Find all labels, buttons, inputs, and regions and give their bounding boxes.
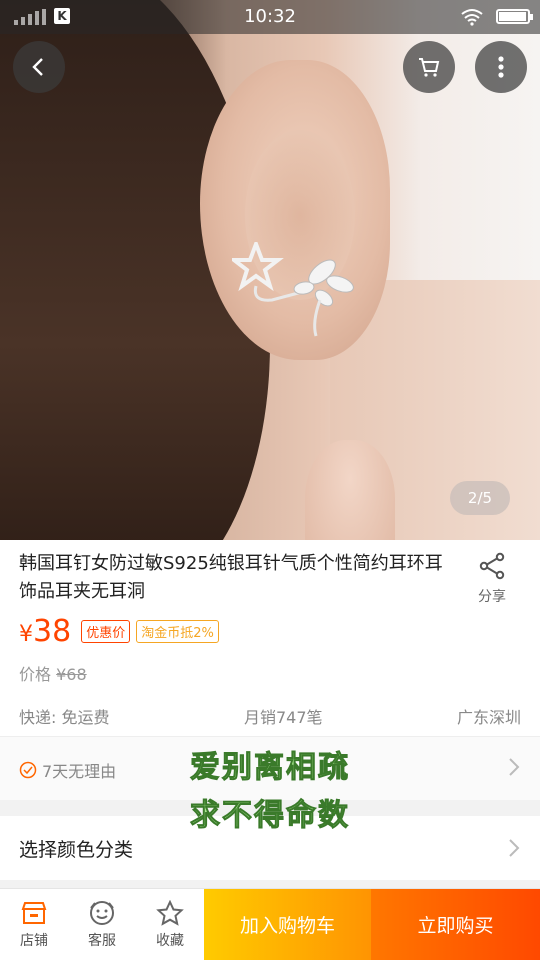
image-counter: 2/5 [450,481,510,515]
store-label: 店铺 [20,932,48,949]
original-price: 价格 ¥68 [19,665,87,684]
wifi-icon [461,9,483,26]
bottom-action-bar: 店铺 客服 收藏 加入购物车 立即购买 [0,888,540,960]
battery-level [499,12,526,21]
add-to-cart-button[interactable]: 加入购物车 [204,889,371,960]
share-icon [479,552,505,580]
favorite-tab[interactable]: 收藏 [136,889,204,960]
star-icon [156,899,184,926]
overlay-text-line1: 爱别离相疏 [190,750,350,786]
shipping-info: 快递: 免运费 [19,708,110,727]
ship-location: 广东深圳 [456,708,521,727]
customer-service-tab[interactable]: 客服 [68,889,136,960]
more-button[interactable] [475,41,527,93]
customer-service-icon [90,900,114,925]
favorite-label: 收藏 [156,932,184,949]
finger-shape [305,440,395,540]
product-info: 韩国耳钉女防过敏S925纯银耳针气质个性简约耳环耳饰品耳夹无耳洞 分享 ¥38 … [0,540,540,736]
battery-icon [496,9,533,24]
status-bar: K 10:32 [0,0,540,34]
share-button[interactable]: 分享 [472,552,512,606]
cart-button[interactable] [403,41,455,93]
clock: 10:32 [244,6,296,27]
meta-row: 快递: 免运费 月销747笔 广东深圳 [19,704,521,728]
overlay-text-line2: 求不得命数 [190,798,350,834]
store-icon [21,901,47,924]
earring-illustration [232,242,354,337]
promo-tag: 优惠价 [81,620,131,643]
buy-now-button[interactable]: 立即购买 [371,889,540,960]
coin-tag: 淘金币抵2% [136,620,219,643]
customer-service-label: 客服 [88,932,116,949]
store-tab[interactable]: 店铺 [0,889,68,960]
product-title: 韩国耳钉女防过敏S925纯银耳针气质个性简约耳环耳饰品耳夹无耳洞 [19,553,443,602]
sku-label: 选择颜色分类 [19,839,134,861]
back-icon [32,58,43,76]
product-image[interactable]: 2/5 [0,0,540,540]
price: ¥38 [19,614,72,649]
more-icon [498,56,504,78]
back-button[interactable] [13,41,65,93]
cart-icon [419,58,440,77]
chevron-right-icon [509,839,520,857]
monthly-sales: 月销747笔 [243,708,323,727]
price-row: ¥38 优惠价 淘金币抵2% [19,614,219,649]
share-label: 分享 [478,589,506,605]
